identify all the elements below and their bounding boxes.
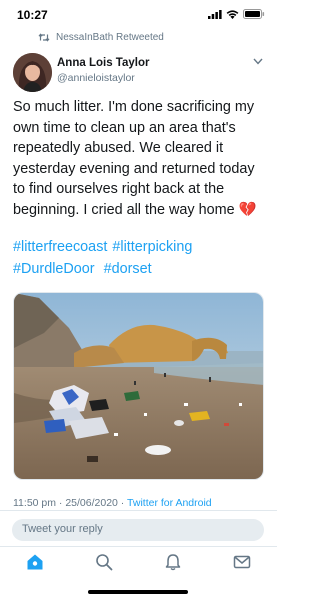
retweet-icon [38, 33, 50, 42]
tweet-metadata: 11:50 pm · 25/06/2020 · Twitter for Andr… [13, 497, 212, 509]
avatar-image [13, 53, 52, 92]
home-indicator [88, 590, 188, 594]
reply-input[interactable]: Tweet your reply [12, 519, 264, 541]
signal-icon [208, 9, 222, 19]
battery-icon [243, 9, 265, 19]
reply-bar: Tweet your reply [0, 510, 277, 546]
tweet-timestamp: 11:50 pm · 25/06/2020 · [13, 497, 128, 509]
tweet-text: So much litter. I'm done sacrificing my … [13, 99, 257, 218]
hashtag-link[interactable]: #DurdleDoor [13, 261, 95, 277]
author-handle[interactable]: @annieloistaylor [57, 72, 135, 84]
hashtag-list: #litterfreecoast #litterpicking #DurdleDo… [13, 236, 269, 280]
author-name[interactable]: Anna Lois Taylor [57, 57, 149, 69]
avatar[interactable] [13, 53, 52, 92]
tab-bar [0, 546, 277, 576]
chevron-down-icon[interactable] [253, 58, 263, 65]
status-bar: 10:27 [0, 0, 277, 26]
wifi-icon [226, 9, 239, 19]
tweet-source-link[interactable]: Twitter for Android [127, 497, 212, 509]
home-icon[interactable] [26, 553, 44, 571]
hashtag-link[interactable]: #dorset [104, 261, 152, 277]
hashtag-link[interactable]: #litterfreecoast [13, 239, 107, 255]
status-icons [208, 9, 265, 19]
notifications-icon[interactable] [164, 553, 182, 571]
messages-icon[interactable] [233, 553, 251, 571]
hashtag-link[interactable]: #litterpicking [112, 239, 192, 255]
retweet-indicator: NessaInBath Retweeted [38, 32, 164, 43]
tweet-photo[interactable] [13, 292, 264, 480]
retweet-label[interactable]: NessaInBath Retweeted [56, 32, 164, 43]
status-time: 10:27 [17, 8, 48, 22]
beach-litter-photo [14, 293, 263, 479]
search-icon[interactable] [95, 553, 113, 571]
